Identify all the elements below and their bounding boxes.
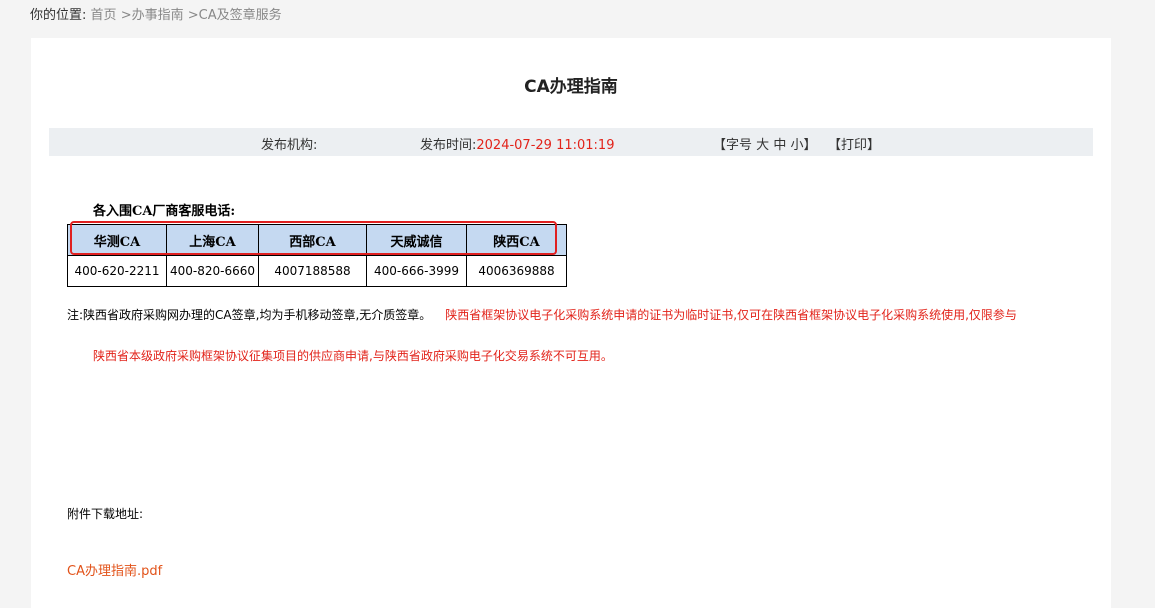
publish-time-label: 发布时间: xyxy=(420,138,477,153)
font-size-label: 【字号 xyxy=(713,138,753,153)
table-cell-phone: 400-820-6660 xyxy=(166,255,259,287)
table-cell-phone: 400-620-2211 xyxy=(67,255,167,287)
table-header-row: 华测CA 上海CA 西部CA 天威诚信 陕西CA xyxy=(67,224,567,256)
table-row: 400-620-2211 400-820-6660 4007188588 400… xyxy=(67,255,567,287)
font-large-button[interactable]: 大 xyxy=(756,138,769,153)
article-meta-bar: 发布机构: 发布时间:2024-07-29 11:01:19 【字号 大 中 小… xyxy=(49,128,1093,156)
print-button[interactable]: 【打印】 xyxy=(828,134,880,153)
note-line-2: 陕西省本级政府采购框架协议征集项目的供应商申请,与陕西省政府采购电子化交易系统不… xyxy=(93,349,613,363)
table-header: 上海CA xyxy=(166,224,259,256)
table-cell-phone: 4006369888 xyxy=(466,255,567,287)
page-title: CA办理指南 xyxy=(524,77,618,97)
font-medium-button[interactable]: 中 xyxy=(773,138,786,153)
attachment-label: 附件下载地址: xyxy=(67,507,144,521)
note-line-1: 注:陕西省政府采购网办理的CA签章,均为手机移动签章,无介质签章。 陕西省框架协议… xyxy=(67,306,1017,323)
attachment-download-link[interactable]: CA办理指南.pdf xyxy=(67,560,162,579)
table-cell-phone: 400-666-3999 xyxy=(366,255,467,287)
font-size-close: 】 xyxy=(803,138,817,153)
breadcrumb-label: 你的位置: xyxy=(30,8,87,23)
note-black-text: 注:陕西省政府采购网办理的CA签章,均为手机移动签章,无介质签章。 xyxy=(67,308,432,322)
table-cell-phone: 4007188588 xyxy=(258,255,367,287)
font-size-control: 【字号 大 中 小】 xyxy=(713,134,817,153)
table-header: 华测CA xyxy=(67,224,167,256)
vendors-table: 华测CA 上海CA 西部CA 天威诚信 陕西CA 400-620-2211 40… xyxy=(67,224,567,287)
font-small-button[interactable]: 小 xyxy=(790,138,803,153)
publisher-label: 发布机构: xyxy=(261,138,318,153)
table-header: 西部CA xyxy=(258,224,367,256)
publish-time-value: 2024-07-29 11:01:19 xyxy=(476,138,615,153)
table-header: 天威诚信 xyxy=(366,224,467,256)
breadcrumb-guide-link[interactable]: >办事指南 xyxy=(121,8,184,23)
vendors-heading: 各入围CA厂商客服电话: xyxy=(93,204,236,219)
article-panel: CA办理指南 发布机构: 发布时间:2024-07-29 11:01:19 【字… xyxy=(31,38,1111,608)
table-header: 陕西CA xyxy=(466,224,567,256)
note-red-text: 陕西省框架协议电子化采购系统申请的证书为临时证书,仅可在陕西省框架协议电子化采购… xyxy=(445,308,1017,322)
breadcrumb-home-link[interactable]: 首页 xyxy=(91,8,117,23)
publish-time: 发布时间:2024-07-29 11:01:19 xyxy=(420,134,614,153)
breadcrumb: 你的位置: 首页 >办事指南 >CA及签章服务 xyxy=(30,4,282,23)
breadcrumb-ca-link[interactable]: >CA及签章服务 xyxy=(188,8,282,23)
